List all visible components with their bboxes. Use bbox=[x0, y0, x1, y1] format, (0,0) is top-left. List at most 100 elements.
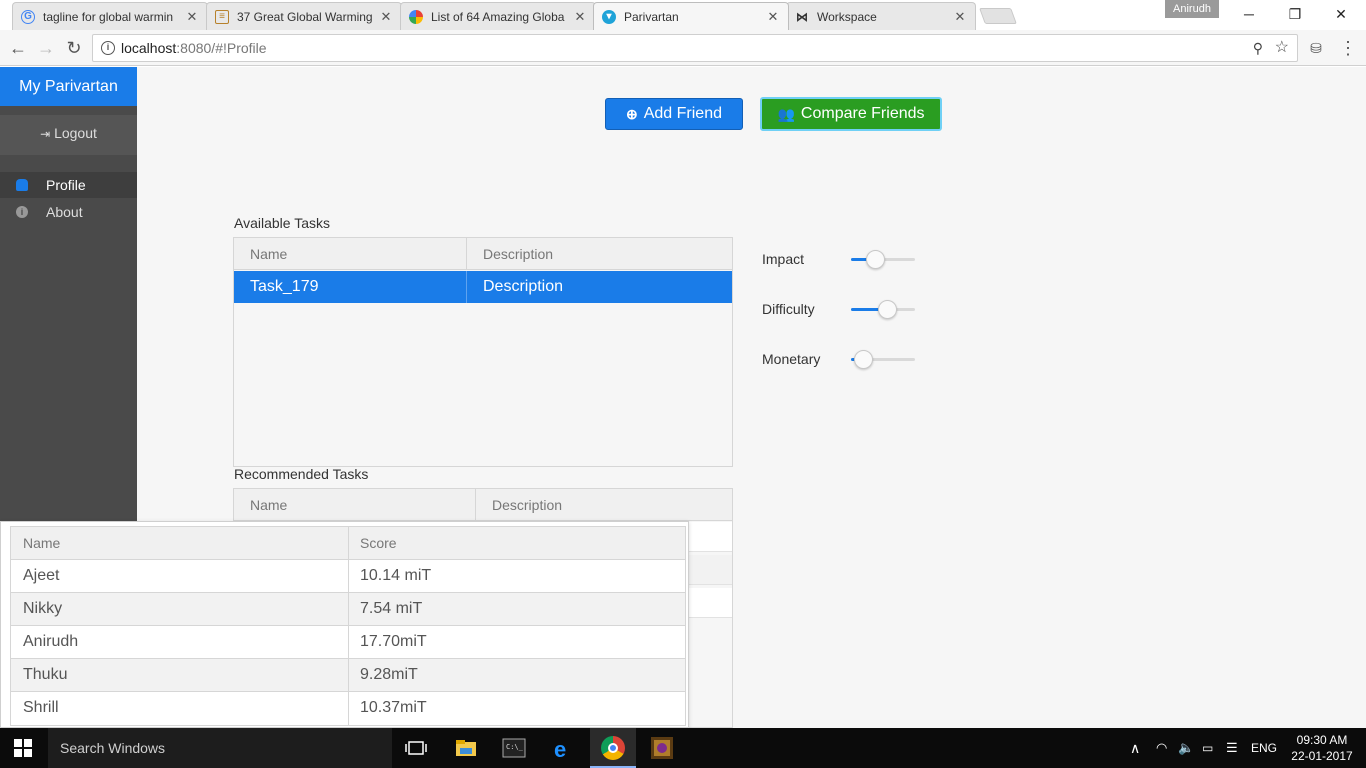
friend-score: 17.70miT bbox=[360, 633, 427, 650]
slider-thumb[interactable] bbox=[877, 300, 897, 319]
reload-icon[interactable]: ↻ bbox=[62, 36, 86, 60]
table-row[interactable]: Nikky 7.54 miT bbox=[11, 593, 685, 626]
language-indicator[interactable]: ENG bbox=[1251, 728, 1277, 768]
chevron-up-icon[interactable]: ∧ bbox=[1130, 728, 1140, 768]
extension-icon[interactable]: ⛁ bbox=[1304, 36, 1328, 60]
column-header-score[interactable]: Score bbox=[348, 527, 397, 559]
close-icon[interactable]: ✕ bbox=[379, 9, 393, 25]
sidebar-item-profile[interactable]: Profile bbox=[0, 172, 137, 198]
brand-title[interactable]: My Parivartan bbox=[0, 67, 137, 106]
sidebar-item-label: Profile bbox=[46, 177, 86, 193]
key-icon[interactable]: ⚲ bbox=[1253, 35, 1263, 61]
chrome-icon bbox=[601, 736, 625, 760]
new-tab-button[interactable] bbox=[979, 8, 1017, 24]
table-row[interactable]: Thuku 9.28miT bbox=[11, 659, 685, 692]
browser-tab[interactable]: ⋈ Workspace ✕ bbox=[786, 2, 976, 30]
compare-friends-button[interactable]: 👥 Compare Friends bbox=[760, 97, 942, 131]
browser-tab[interactable]: List of 64 Amazing Globa ✕ bbox=[400, 2, 596, 30]
pinwheel-icon bbox=[409, 9, 423, 24]
column-header-description[interactable]: Description bbox=[476, 489, 562, 521]
bow-icon: ⋈ bbox=[796, 9, 808, 24]
game-icon[interactable] bbox=[650, 736, 674, 760]
sidebar-item-label: About bbox=[46, 204, 83, 220]
slider-thumb[interactable] bbox=[866, 250, 886, 269]
logout-button[interactable]: ⇥ Logout bbox=[0, 115, 137, 155]
friend-score: 9.28miT bbox=[360, 666, 418, 683]
task-view-icon[interactable] bbox=[404, 736, 428, 760]
sidebar: My Parivartan ⇥ Logout Profile i About bbox=[0, 67, 137, 522]
wifi-icon[interactable]: ◠ bbox=[1156, 728, 1167, 768]
close-icon[interactable]: ✕ bbox=[573, 9, 587, 25]
star-icon[interactable]: ☆ bbox=[1275, 35, 1289, 61]
menu-icon[interactable]: ⋮ bbox=[1336, 36, 1360, 60]
close-window-icon[interactable]: ✕ bbox=[1318, 2, 1364, 26]
add-friend-button[interactable]: ⊕ Add Friend bbox=[605, 98, 743, 130]
friend-name: Thuku bbox=[23, 666, 68, 683]
user-icon bbox=[16, 179, 28, 191]
friend-score: 10.37miT bbox=[360, 699, 427, 716]
grid-header: Name Description bbox=[234, 238, 732, 270]
column-header-name[interactable]: Name bbox=[11, 527, 60, 559]
browser-toolbar: ← → ↻ i localhost:8080/#!Profile ⚲ ☆ ⛁ ⋮ bbox=[0, 30, 1366, 66]
compare-friends-label: Compare Friends bbox=[800, 105, 925, 122]
clock[interactable]: 09:30 AM 22-01-2017 bbox=[1286, 732, 1358, 764]
plus-circle-icon: ⊕ bbox=[626, 105, 638, 122]
table-row-selected[interactable]: Task_179 Description bbox=[234, 271, 732, 303]
friend-score: 10.14 miT bbox=[360, 567, 432, 584]
tab-title: tagline for global warmin bbox=[43, 9, 174, 24]
close-icon[interactable]: ✕ bbox=[185, 9, 199, 25]
task-description-cell: Description bbox=[483, 278, 564, 295]
svg-text:e: e bbox=[554, 737, 566, 760]
monetary-slider[interactable] bbox=[851, 350, 915, 369]
restore-icon[interactable]: ❐ bbox=[1272, 2, 1318, 26]
browser-tab[interactable]: ≡ 37 Great Global Warming ✕ bbox=[206, 2, 402, 30]
sidebar-item-about[interactable]: i About bbox=[0, 199, 137, 225]
column-header-description[interactable]: Description bbox=[467, 238, 553, 270]
tab-title: Workspace bbox=[817, 9, 877, 24]
windows-start-icon[interactable] bbox=[14, 739, 32, 757]
file-explorer-icon[interactable] bbox=[454, 736, 478, 760]
friend-name: Nikky bbox=[23, 600, 63, 617]
google-icon: G bbox=[21, 9, 35, 24]
impact-slider[interactable] bbox=[851, 250, 915, 269]
browser-tab[interactable]: G tagline for global warmin ✕ bbox=[12, 2, 208, 30]
logout-icon: ⇥ bbox=[40, 127, 51, 141]
close-icon[interactable]: ✕ bbox=[766, 9, 780, 25]
friend-name: Ajeet bbox=[23, 567, 60, 584]
table-row[interactable]: Shrill 10.37miT bbox=[11, 692, 685, 725]
column-header-name[interactable]: Name bbox=[234, 238, 287, 270]
browser-tabstrip: G tagline for global warmin ✕ ≡ 37 Great… bbox=[0, 0, 1366, 30]
column-header-name[interactable]: Name bbox=[234, 489, 287, 521]
clock-time: 09:30 AM bbox=[1296, 733, 1348, 747]
browser-tab-active[interactable]: ▾ Parivartan ✕ bbox=[593, 2, 789, 30]
minimize-icon[interactable]: ─ bbox=[1226, 2, 1272, 26]
back-icon[interactable]: ← bbox=[6, 36, 30, 60]
taskbar-search[interactable]: Search Windows bbox=[48, 728, 392, 768]
difficulty-slider[interactable] bbox=[851, 300, 915, 319]
battery-icon[interactable]: ▭ bbox=[1202, 728, 1213, 768]
taskbar: Search Windows C:\_ e ∧ ◠ 🔈 ▭ ☰ ENG 09:3… bbox=[0, 728, 1366, 768]
terminal-icon[interactable]: C:\_ bbox=[502, 736, 526, 760]
address-bar[interactable]: i localhost:8080/#!Profile ⚲ ☆ bbox=[92, 34, 1298, 62]
tab-title: Parivartan bbox=[624, 9, 679, 24]
page-icon: ≡ bbox=[215, 9, 229, 24]
chrome-taskbar-button[interactable] bbox=[590, 728, 636, 768]
slider-thumb[interactable] bbox=[853, 350, 873, 369]
task-name-cell: Task_179 bbox=[250, 278, 319, 295]
friend-name: Anirudh bbox=[23, 633, 79, 650]
app-icon: ▾ bbox=[602, 9, 616, 24]
forward-icon[interactable]: → bbox=[34, 36, 58, 60]
notification-icon[interactable]: ☰ bbox=[1226, 728, 1238, 768]
compare-friends-popup: Name Score Ajeet 10.14 miT Nikky 7.54 mi… bbox=[0, 521, 689, 728]
info-icon[interactable]: i bbox=[101, 41, 115, 55]
table-row[interactable]: Ajeet 10.14 miT bbox=[11, 560, 685, 593]
edge-icon[interactable]: e bbox=[552, 736, 576, 762]
difficulty-label: Difficulty bbox=[762, 301, 815, 317]
profile-chip[interactable]: Anirudh bbox=[1165, 0, 1219, 18]
close-icon[interactable]: ✕ bbox=[953, 9, 967, 25]
volume-icon[interactable]: 🔈 bbox=[1178, 728, 1194, 768]
available-tasks-label: Available Tasks bbox=[234, 215, 330, 231]
table-row[interactable]: Anirudh 17.70miT bbox=[11, 626, 685, 659]
friend-name: Shrill bbox=[23, 699, 59, 716]
available-tasks-grid: Name Description Task_179 Description bbox=[233, 237, 733, 467]
